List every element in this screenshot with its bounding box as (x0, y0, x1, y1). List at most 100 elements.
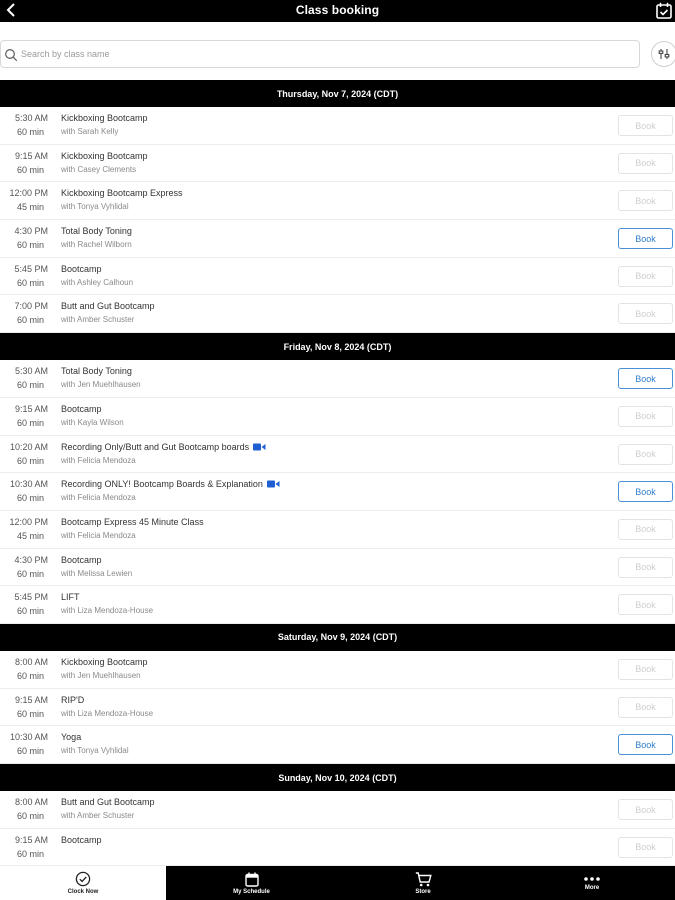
class-instructor: with Tonya Vyhlidal (61, 202, 129, 212)
class-instructor: with Felicia Mendoza (61, 530, 136, 540)
nav-more[interactable]: More (509, 866, 675, 900)
book-button[interactable]: Book (618, 836, 673, 858)
book-button[interactable]: Book (618, 303, 673, 325)
class-time: 5:45 PM (14, 263, 48, 274)
class-row: 10:20 AM 60 min Recording Only/Butt and … (0, 435, 675, 474)
book-button[interactable]: Book (618, 518, 673, 540)
class-instructor: with Jen Muehlhausen (61, 670, 141, 680)
class-instructor: with Ashley Calhoun (61, 277, 134, 287)
calendar-button[interactable] (655, 1, 673, 19)
class-duration: 60 min (16, 493, 44, 504)
nav-label: Clock Now (67, 889, 99, 895)
nav-label: Store (415, 888, 431, 895)
class-name-text: Kickboxing Bootcamp (61, 113, 148, 123)
class-name: Butt and Gut Bootcamp (61, 301, 155, 311)
class-instructor: with Felicia Mendoza (61, 455, 136, 465)
search-icon (5, 49, 18, 62)
calendar-icon (244, 872, 259, 887)
class-name: Recording ONLY! Bootcamp Boards & Explan… (61, 479, 280, 489)
class-name-text: Recording ONLY! Bootcamp Boards & Explan… (61, 479, 263, 490)
nav-store[interactable]: Store (337, 866, 509, 900)
filter-button[interactable] (651, 41, 675, 67)
class-name: Butt and Gut Bootcamp (61, 797, 155, 807)
class-duration: 60 min (16, 164, 44, 175)
class-duration: 60 min (16, 811, 44, 821)
day-header: Friday, Nov 8, 2024 (CDT) (0, 333, 675, 361)
class-time: 10:20 AM (9, 441, 48, 452)
nav-my-schedule[interactable]: My Schedule (166, 866, 337, 900)
book-button[interactable]: Book (618, 658, 673, 680)
class-time: 9:15 AM (14, 150, 48, 161)
nav-label: More (584, 885, 600, 891)
class-name-text: Kickboxing Bootcamp (61, 150, 148, 161)
class-row: 7:00 PM 60 min Butt and Gut Bootcamp wit… (0, 295, 675, 334)
class-duration: 60 min (16, 240, 44, 251)
class-duration: 60 min (16, 848, 44, 859)
class-row: 9:15 AM 60 min Kickboxing Bootcamp with … (0, 144, 675, 183)
class-name: Bootcamp (61, 264, 102, 274)
class-time: 10:30 AM (9, 479, 48, 490)
class-time: 5:30 AM (14, 113, 48, 123)
class-time: 5:45 PM (14, 592, 48, 603)
book-button[interactable]: Book (618, 481, 673, 503)
class-duration: 60 min (16, 315, 44, 326)
book-button[interactable]: Book (618, 799, 673, 820)
class-row: 12:00 PM 45 min Bootcamp Express 45 Minu… (0, 510, 675, 549)
class-name-text: LIFT (61, 592, 80, 603)
class-time: 4:30 PM (14, 554, 48, 565)
book-button[interactable]: Book (618, 368, 673, 390)
class-duration: 60 min (16, 746, 44, 757)
class-instructor: with Liza Mendoza-House (61, 606, 154, 616)
bottom-nav: Clock Now My Schedule Store More (0, 866, 675, 900)
book-button[interactable]: Book (618, 594, 673, 616)
class-name-text: Bootcamp (61, 403, 102, 414)
class-name: Kickboxing Bootcamp (61, 151, 148, 161)
class-name: LIFT (61, 592, 80, 602)
class-duration: 60 min (16, 708, 44, 719)
class-name-text: Kickboxing Bootcamp Express (61, 188, 183, 199)
class-instructor: with Amber Schuster (61, 811, 135, 820)
class-row: 5:45 PM 60 min LIFT with Liza Mendoza-Ho… (0, 586, 675, 624)
class-name-text: Butt and Gut Bootcamp (61, 797, 155, 807)
class-name-text: Bootcamp (61, 263, 102, 274)
video-camera-icon (266, 480, 280, 488)
check-circle-icon (75, 871, 91, 887)
class-name: Kickboxing Bootcamp (61, 113, 148, 123)
day-header: Sunday, Nov 10, 2024 (CDT) (0, 764, 675, 791)
dots-icon (584, 877, 600, 881)
class-name-text: Bootcamp (61, 554, 102, 565)
class-instructor: with Tonya Vyhlidal (61, 746, 129, 756)
class-instructor: with Jen Muehlhausen (61, 380, 141, 390)
class-time: 9:15 AM (14, 834, 48, 845)
class-name: Recording Only/Butt and Gut Bootcamp boa… (61, 442, 266, 452)
class-row: 5:30 AM 60 min Kickboxing Bootcamp with … (0, 107, 675, 145)
book-button[interactable]: Book (618, 115, 673, 136)
search-input[interactable] (21, 45, 621, 63)
book-button[interactable]: Book (618, 443, 673, 465)
class-duration: 60 min (16, 455, 44, 466)
book-button[interactable]: Book (618, 228, 673, 250)
class-duration: 45 min (16, 530, 44, 541)
nav-clock-now[interactable]: Clock Now (0, 866, 166, 900)
class-name: Bootcamp (61, 835, 102, 845)
book-button[interactable]: Book (618, 152, 673, 174)
class-name-text: Kickboxing Bootcamp (61, 656, 148, 667)
class-duration: 60 min (16, 606, 44, 617)
class-duration: 45 min (16, 202, 44, 213)
book-button[interactable]: Book (618, 405, 673, 427)
book-button[interactable]: Book (618, 696, 673, 718)
class-name: Total Body Toning (61, 226, 132, 236)
class-row: 8:00 AM 60 min Kickboxing Bootcamp with … (0, 650, 675, 689)
class-duration: 60 min (16, 380, 44, 391)
sliders-icon (658, 49, 670, 59)
book-button[interactable]: Book (618, 190, 673, 212)
book-button[interactable]: Book (618, 734, 673, 756)
class-row: 9:15 AM 60 min Bootcamp Book (0, 828, 675, 867)
book-button[interactable]: Book (618, 265, 673, 287)
search-bar (0, 38, 675, 72)
class-list: Thursday, Nov 7, 2024 (CDT) 5:30 AM 60 m… (0, 80, 675, 867)
search-box[interactable] (0, 40, 640, 68)
class-instructor: with Liza Mendoza-House (61, 708, 154, 718)
video-camera-icon (253, 443, 266, 451)
book-button[interactable]: Book (618, 556, 673, 578)
